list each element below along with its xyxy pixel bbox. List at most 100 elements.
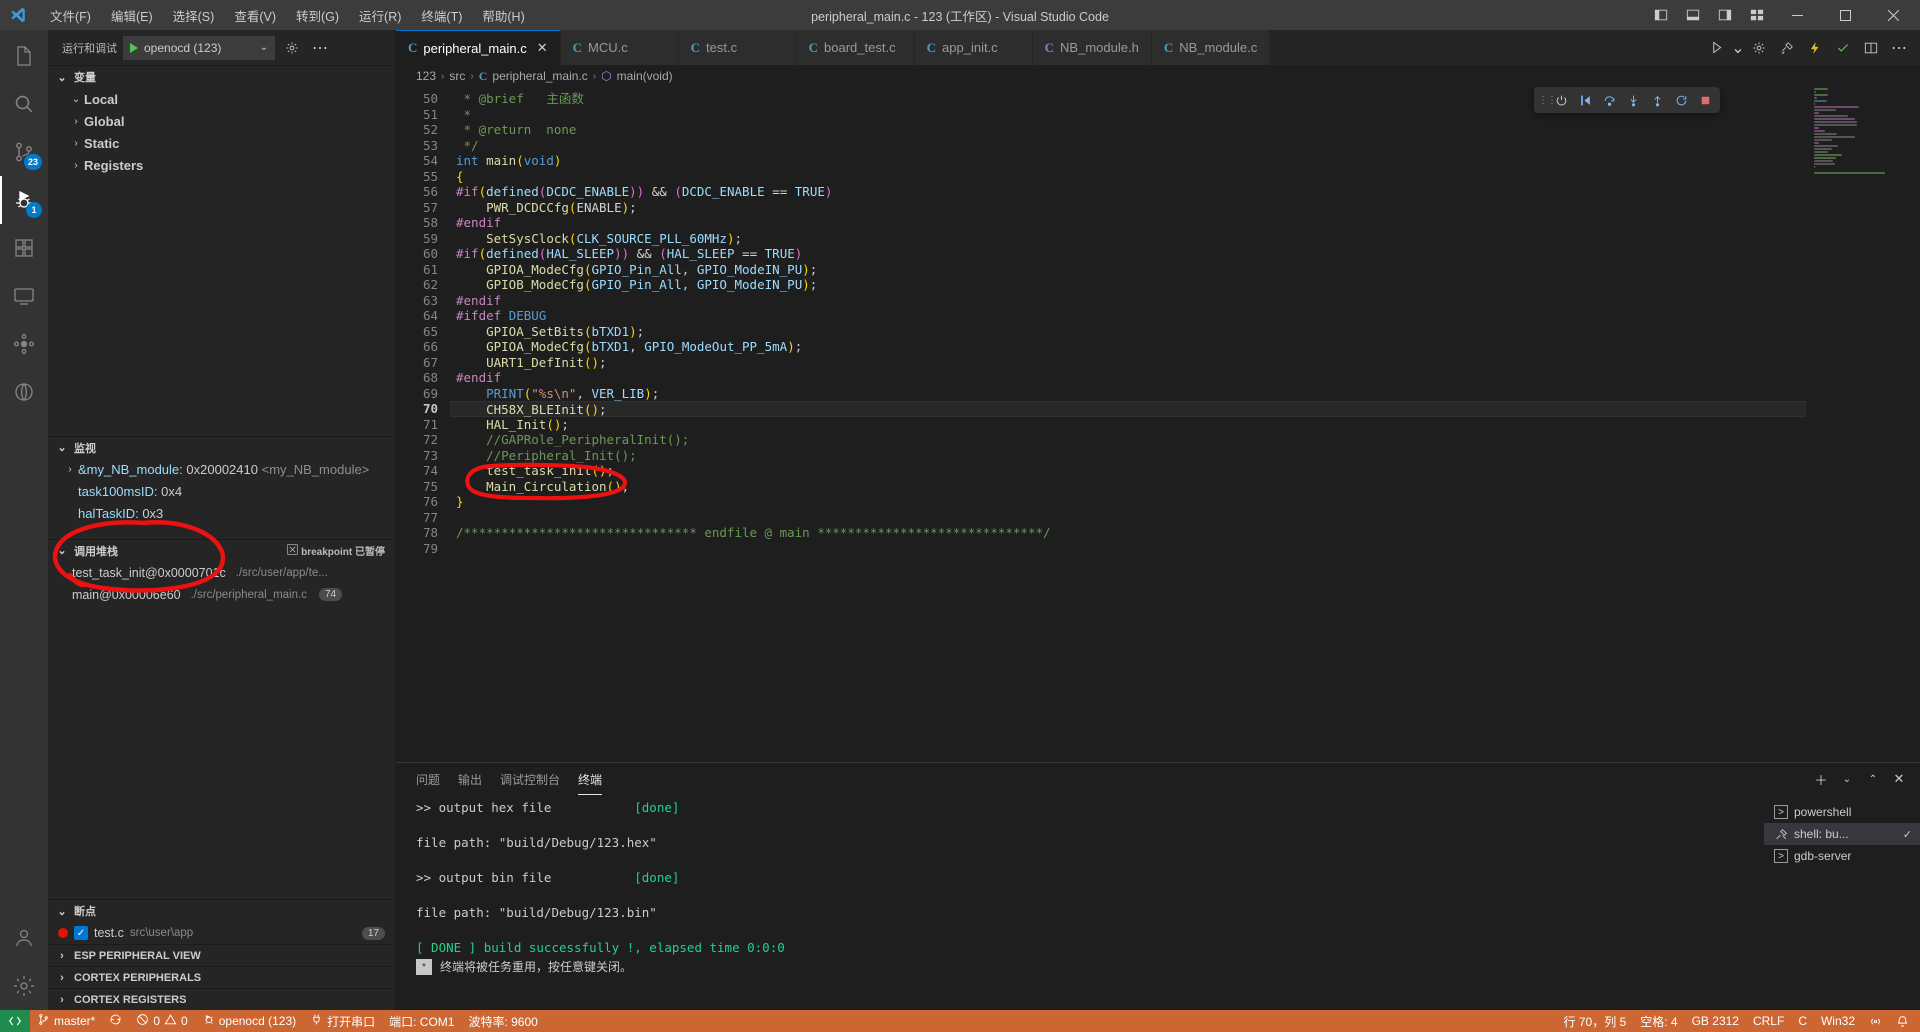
- breadcrumb-project[interactable]: 123: [416, 69, 436, 83]
- code-line[interactable]: GPIOA_SetBits(bTXD1);: [450, 324, 1920, 340]
- code-line[interactable]: #if(defined(HAL_SLEEP)) && (HAL_SLEEP ==…: [450, 246, 1920, 262]
- code-line[interactable]: */: [450, 138, 1920, 154]
- activity-item-settings[interactable]: [0, 962, 48, 1010]
- chevron-right-icon[interactable]: ›: [54, 972, 70, 984]
- code-line[interactable]: #if(defined(DCDC_ENABLE)) && (DCDC_ENABL…: [450, 184, 1920, 200]
- chevron-down-icon[interactable]: ⌄: [1836, 768, 1858, 790]
- watch-item-task100msid[interactable]: task100msID: 0x4: [48, 481, 395, 503]
- status-serial-port[interactable]: 端口: COM1: [382, 1010, 461, 1032]
- breadcrumb-folder[interactable]: src: [449, 69, 465, 83]
- chevron-down-icon[interactable]: ⌄: [54, 71, 70, 84]
- menu-run[interactable]: 运行(R): [349, 2, 411, 29]
- tab-app-init-c[interactable]: C app_init.c: [914, 30, 1033, 65]
- activity-item-explorer[interactable]: [0, 32, 48, 80]
- menu-selection[interactable]: 选择(S): [163, 2, 225, 29]
- panel-right-icon[interactable]: [1710, 2, 1740, 28]
- panel-tab-terminal[interactable]: 终端: [578, 763, 603, 795]
- chevron-down-icon[interactable]: ⌄: [68, 94, 84, 105]
- overview-ruler[interactable]: [1906, 87, 1920, 762]
- breakpoint-item[interactable]: ✓ test.c src\user\app 17: [48, 922, 395, 944]
- code-line[interactable]: {: [450, 169, 1920, 185]
- run-debug-icon[interactable]: [1704, 33, 1730, 63]
- power-icon[interactable]: [1550, 89, 1572, 111]
- activity-item-extensions[interactable]: [0, 224, 48, 272]
- code-line[interactable]: /******************************* endfile…: [450, 525, 1920, 541]
- terminal-list-item-powershell[interactable]: > powershell: [1764, 801, 1920, 823]
- code-line[interactable]: GPIOA_ModeCfg(bTXD1, GPIO_ModeOut_PP_5mA…: [450, 339, 1920, 355]
- pane-esp-peripheral-view[interactable]: › ESP PERIPHERAL VIEW: [48, 944, 395, 966]
- tab-mcu-c[interactable]: C MCU.c: [560, 30, 679, 65]
- chevron-right-icon[interactable]: ›: [54, 950, 70, 962]
- tab-test-c[interactable]: C test.c: [678, 30, 797, 65]
- code-line[interactable]: [450, 510, 1920, 526]
- code-line[interactable]: HAL_Init();: [450, 417, 1920, 433]
- restart-icon[interactable]: [1670, 89, 1692, 111]
- status-broadcast[interactable]: [1862, 1010, 1889, 1032]
- code-line[interactable]: GPIOB_ModeCfg(GPIO_Pin_All, GPIO_ModeIN_…: [450, 277, 1920, 293]
- activity-item-testing[interactable]: [0, 320, 48, 368]
- panel-tab-output[interactable]: 输出: [458, 763, 482, 795]
- code-line[interactable]: #endif: [450, 293, 1920, 309]
- code-line[interactable]: #endif: [450, 370, 1920, 386]
- status-indentation[interactable]: 空格: 4: [1633, 1010, 1684, 1032]
- check-icon[interactable]: [1830, 33, 1856, 63]
- customize-layout-icon[interactable]: [1742, 2, 1772, 28]
- code-line[interactable]: #endif: [450, 215, 1920, 231]
- flash-icon[interactable]: [1802, 33, 1828, 63]
- code-content[interactable]: * @brief 主函数 * * @return none */int main…: [450, 87, 1920, 762]
- menu-view[interactable]: 查看(V): [224, 2, 286, 29]
- status-encoding[interactable]: GB 2312: [1685, 1010, 1746, 1032]
- step-into-icon[interactable]: [1622, 89, 1644, 111]
- panel-tab-debug-console[interactable]: 调试控制台: [500, 763, 560, 795]
- tab-nb-module-c[interactable]: C NB_module.c: [1151, 30, 1271, 65]
- chevron-right-icon[interactable]: ›: [62, 464, 78, 475]
- code-line[interactable]: }: [450, 494, 1920, 510]
- code-line[interactable]: int main(void): [450, 153, 1920, 169]
- callstack-pane-title[interactable]: ⌄ 调用堆栈 breakpoint 已暂停: [48, 540, 395, 562]
- breakpoints-pane-title[interactable]: ⌄ 断点: [48, 900, 395, 922]
- close-panel-icon[interactable]: ✕: [1888, 768, 1910, 790]
- chevron-down-icon[interactable]: ⌄: [54, 441, 70, 454]
- code-line[interactable]: [450, 541, 1920, 557]
- pane-cortex-registers[interactable]: › CORTEX REGISTERS: [48, 988, 395, 1010]
- status-branch[interactable]: master*: [30, 1010, 102, 1032]
- panel-tab-problems[interactable]: 问题: [416, 763, 440, 795]
- grip-icon[interactable]: ⋮⋮: [1538, 95, 1557, 106]
- code-line[interactable]: PRINT("%s\n", VER_LIB);: [450, 386, 1920, 402]
- play-icon[interactable]: [130, 42, 138, 53]
- status-sync[interactable]: [102, 1010, 129, 1032]
- breadcrumb-file[interactable]: peripheral_main.c: [492, 69, 587, 83]
- activity-item-accounts[interactable]: [0, 914, 48, 962]
- callstack-frame[interactable]: test_task_init@0x0000701c ./src/user/app…: [48, 562, 395, 584]
- debug-config-select[interactable]: openocd (123) ⌄: [123, 35, 275, 60]
- tab-nb-module-h[interactable]: C NB_module.h: [1032, 30, 1152, 65]
- menu-go[interactable]: 转到(G): [286, 2, 349, 29]
- step-over-icon[interactable]: [1598, 89, 1620, 111]
- variables-pane-title[interactable]: ⌄ 变量: [48, 66, 395, 88]
- terminal-output[interactable]: >> output hex file [done] file path: "bu…: [396, 795, 1764, 1010]
- continue-icon[interactable]: [1574, 89, 1596, 111]
- status-open-serial[interactable]: 打开串口: [303, 1010, 382, 1032]
- callstack-frame[interactable]: main@0x00006e60 ./src/peripheral_main.c …: [48, 584, 395, 606]
- panel-left-icon[interactable]: [1646, 2, 1676, 28]
- tab-peripheral-main-c[interactable]: C peripheral_main.c ✕: [396, 30, 561, 65]
- menu-edit[interactable]: 编辑(E): [101, 2, 163, 29]
- code-line[interactable]: #ifdef DEBUG: [450, 308, 1920, 324]
- code-line[interactable]: GPIOA_ModeCfg(GPIO_Pin_All, GPIO_ModeIN_…: [450, 262, 1920, 278]
- status-eol[interactable]: CRLF: [1746, 1010, 1791, 1032]
- code-line[interactable]: UART1_DefInit();: [450, 355, 1920, 371]
- status-baud-rate[interactable]: 波特率: 9600: [461, 1010, 544, 1032]
- remote-indicator[interactable]: [0, 1010, 30, 1032]
- variables-item-static[interactable]: › Static: [48, 132, 395, 154]
- variables-item-registers[interactable]: › Registers: [48, 154, 395, 176]
- stop-icon[interactable]: [1694, 89, 1716, 111]
- code-line[interactable]: //GAPRole_PeripheralInit();: [450, 432, 1920, 448]
- variables-item-local[interactable]: ⌄ Local: [48, 88, 395, 110]
- pane-cortex-peripherals[interactable]: › CORTEX PERIPHERALS: [48, 966, 395, 988]
- menu-terminal[interactable]: 终端(T): [411, 2, 472, 29]
- status-language-mode[interactable]: C: [1791, 1010, 1814, 1032]
- close-icon[interactable]: ✕: [537, 40, 548, 56]
- tab-board-test-c[interactable]: C board_test.c: [796, 30, 915, 65]
- panel-bottom-icon[interactable]: [1678, 2, 1708, 28]
- chevron-right-icon[interactable]: ›: [54, 994, 70, 1006]
